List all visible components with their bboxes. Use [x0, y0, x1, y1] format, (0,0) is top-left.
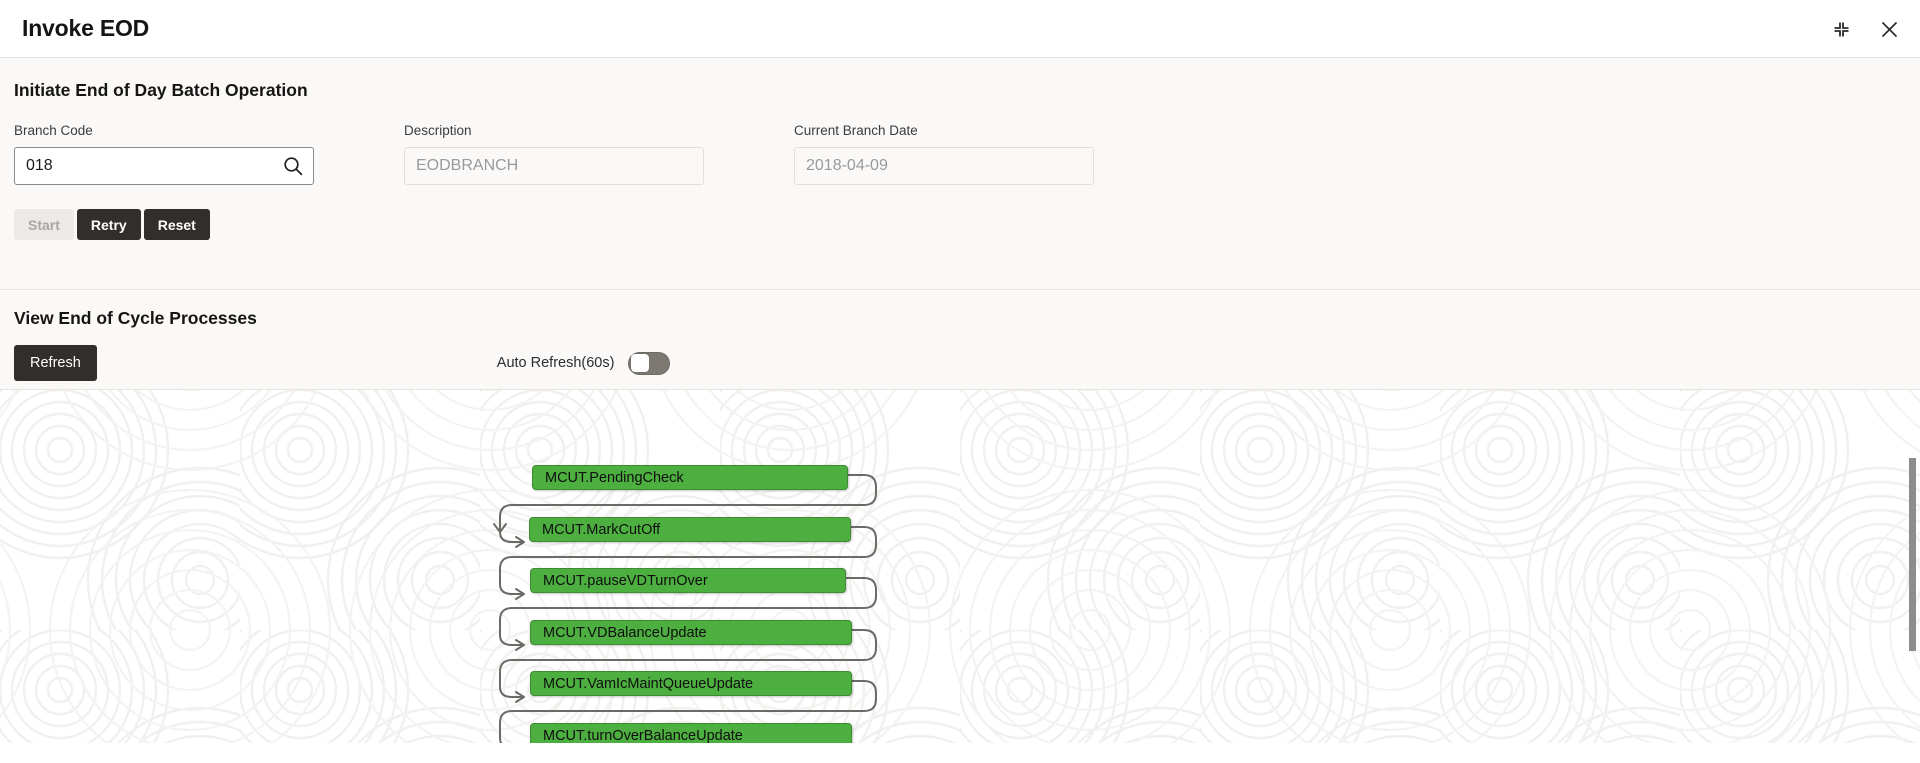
refresh-button[interactable]: Refresh	[14, 345, 97, 381]
branch-code-input-wrap	[14, 147, 314, 185]
invoke-eod-window: Invoke EOD Initiate End of Day Batch Ope…	[0, 0, 1920, 763]
flow-node[interactable]: MCUT.VDBalanceUpdate	[530, 620, 852, 645]
flow-node[interactable]: MCUT.MarkCutOff	[529, 517, 851, 542]
branch-code-label: Branch Code	[14, 123, 93, 138]
eod-form-fields: Branch Code Description	[14, 123, 1906, 185]
toggle-knob	[631, 354, 650, 372]
current-branch-date-input-wrap	[794, 147, 1094, 185]
auto-refresh-control: Auto Refresh(60s)	[496, 351, 671, 375]
page-title: Invoke EOD	[22, 15, 150, 41]
branch-code-input[interactable]	[14, 147, 314, 185]
window-titlebar: Invoke EOD	[0, 0, 1920, 58]
flow-node[interactable]: MCUT.pauseVDTurnOver	[530, 568, 846, 593]
eod-process-flow-canvas: MCUT.PendingCheck MCUT.MarkCutOff MCUT.pau…	[0, 390, 1920, 743]
branch-code-field-group: Branch Code	[14, 123, 404, 185]
window-controls	[1824, 0, 1906, 58]
flow-node-label: MCUT.MarkCutOff	[542, 521, 661, 538]
cycle-controls: Refresh Auto Refresh(60s)	[14, 345, 1906, 381]
initiate-section-heading: Initiate End of Day Batch Operation	[14, 80, 308, 100]
current-branch-date-input[interactable]	[794, 147, 1094, 185]
eod-action-buttons: Start Retry Reset	[14, 209, 1906, 240]
flow-node[interactable]: MCUT.VamIcMaintQueueUpdate	[530, 671, 852, 696]
flow-node-label: MCUT.VamIcMaintQueueUpdate	[543, 675, 754, 692]
flow-node-label: MCUT.turnOverBalanceUpdate	[543, 727, 743, 744]
flow-node-label: MCUT.VDBalanceUpdate	[543, 624, 707, 641]
description-field-group: Description	[404, 123, 794, 185]
description-label: Description	[404, 123, 472, 138]
retry-button[interactable]: Retry	[76, 209, 141, 240]
description-input-wrap	[404, 147, 704, 185]
collapse-icon[interactable]	[1824, 12, 1858, 46]
auto-refresh-label: Auto Refresh(60s)	[496, 355, 615, 371]
flow-node-label: MCUT.PendingCheck	[545, 469, 684, 486]
close-icon[interactable]	[1872, 12, 1906, 46]
current-branch-date-label: Current Branch Date	[794, 123, 918, 138]
flow-node-label: MCUT.pauseVDTurnOver	[543, 572, 708, 589]
search-icon[interactable]	[280, 153, 306, 179]
current-branch-date-field-group: Current Branch Date	[794, 123, 1184, 185]
cycle-section-heading: View End of Cycle Processes	[14, 308, 257, 328]
description-input[interactable]	[404, 147, 704, 185]
start-button[interactable]: Start	[14, 209, 74, 240]
flow-node-layer: MCUT.PendingCheck MCUT.MarkCutOff MCUT.pau…	[0, 390, 1920, 743]
auto-refresh-toggle[interactable]	[628, 351, 671, 375]
flow-node[interactable]: MCUT.turnOverBalanceUpdate	[530, 723, 852, 743]
initiate-eod-panel: Initiate End of Day Batch Operation Bran…	[0, 58, 1920, 290]
flow-scrollbar-thumb[interactable]	[1909, 458, 1916, 651]
flow-scrollbar[interactable]	[1909, 390, 1916, 743]
flow-node[interactable]: MCUT.PendingCheck	[532, 465, 848, 490]
view-cycle-panel: View End of Cycle Processes Refresh Auto…	[0, 290, 1920, 390]
reset-button[interactable]: Reset	[143, 209, 210, 240]
